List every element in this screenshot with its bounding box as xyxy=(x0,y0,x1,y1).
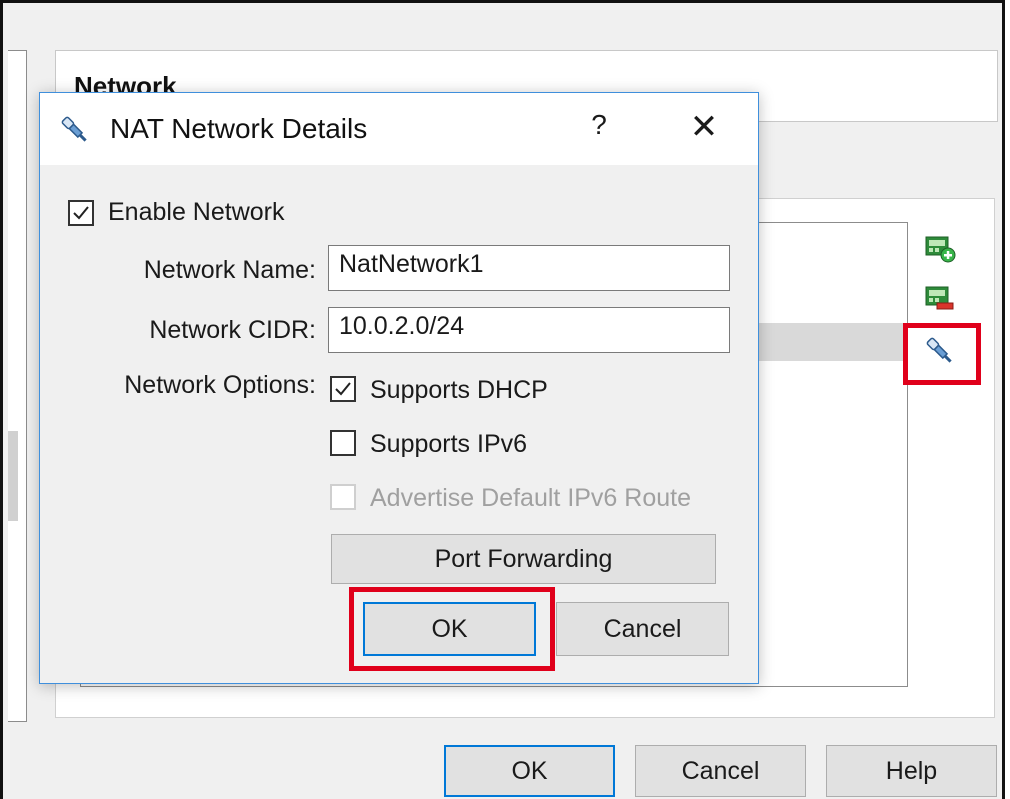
supports-dhcp-label: Supports DHCP xyxy=(370,376,548,404)
enable-network-label: Enable Network xyxy=(108,198,285,226)
checkmark-icon xyxy=(73,206,89,220)
network-cable-icon xyxy=(58,113,92,147)
advertise-ipv6-route-label: Advertise Default IPv6 Route xyxy=(370,484,691,512)
network-name-field[interactable]: NatNetwork1 xyxy=(328,245,730,291)
parent-help-label: Help xyxy=(885,756,938,785)
settings-category-list[interactable] xyxy=(8,50,27,722)
parent-ok-label: OK xyxy=(511,756,548,785)
parent-ok-button[interactable]: OK xyxy=(444,745,615,797)
parent-cancel-label: Cancel xyxy=(681,756,760,785)
supports-dhcp-checkbox[interactable] xyxy=(330,376,356,402)
network-cidr-field[interactable]: 10.0.2.0/24 xyxy=(328,307,730,353)
advertise-ipv6-route-checkbox xyxy=(330,484,356,510)
dialog-cancel-label: Cancel xyxy=(603,614,682,643)
add-network-icon[interactable] xyxy=(922,230,958,266)
help-button[interactable]: ? xyxy=(584,109,614,145)
port-forwarding-label: Port Forwarding xyxy=(434,544,613,573)
parent-help-button[interactable]: Help xyxy=(826,745,997,797)
network-cidr-label: Network CIDR: xyxy=(149,316,316,344)
port-forwarding-button[interactable]: Port Forwarding xyxy=(331,534,716,584)
supports-ipv6-label: Supports IPv6 xyxy=(370,430,528,458)
supports-ipv6-checkbox[interactable] xyxy=(330,430,356,456)
parent-cancel-button[interactable]: Cancel xyxy=(635,745,806,797)
enable-network-checkbox[interactable] xyxy=(68,200,94,226)
network-name-label: Network Name: xyxy=(143,256,316,284)
selected-category-bar xyxy=(8,431,18,521)
remove-network-icon[interactable] xyxy=(922,280,958,316)
dialog-title: NAT Network Details xyxy=(110,113,368,144)
edit-icon-highlight xyxy=(903,323,981,385)
close-icon[interactable]: ✕ xyxy=(686,109,722,145)
network-options-label: Network Options: xyxy=(124,371,316,399)
ok-button-highlight xyxy=(349,587,555,671)
dialog-cancel-button[interactable]: Cancel xyxy=(556,602,729,656)
checkmark-icon xyxy=(335,382,351,396)
dialog-titlebar: NAT Network Details ? ✕ xyxy=(40,93,758,165)
